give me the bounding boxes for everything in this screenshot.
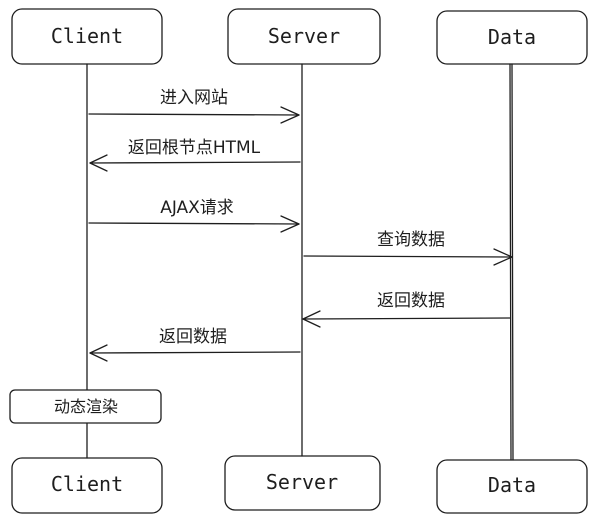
participant-client-top-label: Client [51, 24, 123, 48]
message-label-6: 返回数据 [159, 327, 227, 347]
message-label-5: 返回数据 [377, 291, 445, 311]
message-arrow-6 [89, 344, 301, 362]
participant-server-top-label: Server [268, 24, 340, 48]
participant-data-top-label: Data [488, 25, 536, 49]
message-label-4: 查询数据 [377, 230, 445, 250]
message-label-3: AJAX请求 [160, 198, 234, 218]
sequence-diagram: Client Server Data Client Server Data 进入… [0, 0, 600, 523]
message-arrow-3 [88, 215, 300, 233]
data-lifeline [509, 63, 512, 461]
message-arrow-5 [302, 310, 511, 328]
participant-server-bottom-label: Server [266, 470, 338, 494]
message-label-2: 返回根节点HTML [128, 138, 261, 158]
message-arrow-4 [303, 248, 513, 266]
participant-data-bottom-label: Data [488, 473, 536, 497]
note-label: 动态渲染 [54, 397, 118, 416]
message-arrow-1 [88, 106, 300, 124]
message-label-1: 进入网站 [160, 88, 228, 108]
diagram-canvas: Client Server Data Client Server Data 进入… [9, 8, 588, 514]
participant-client-bottom-label: Client [51, 472, 123, 496]
